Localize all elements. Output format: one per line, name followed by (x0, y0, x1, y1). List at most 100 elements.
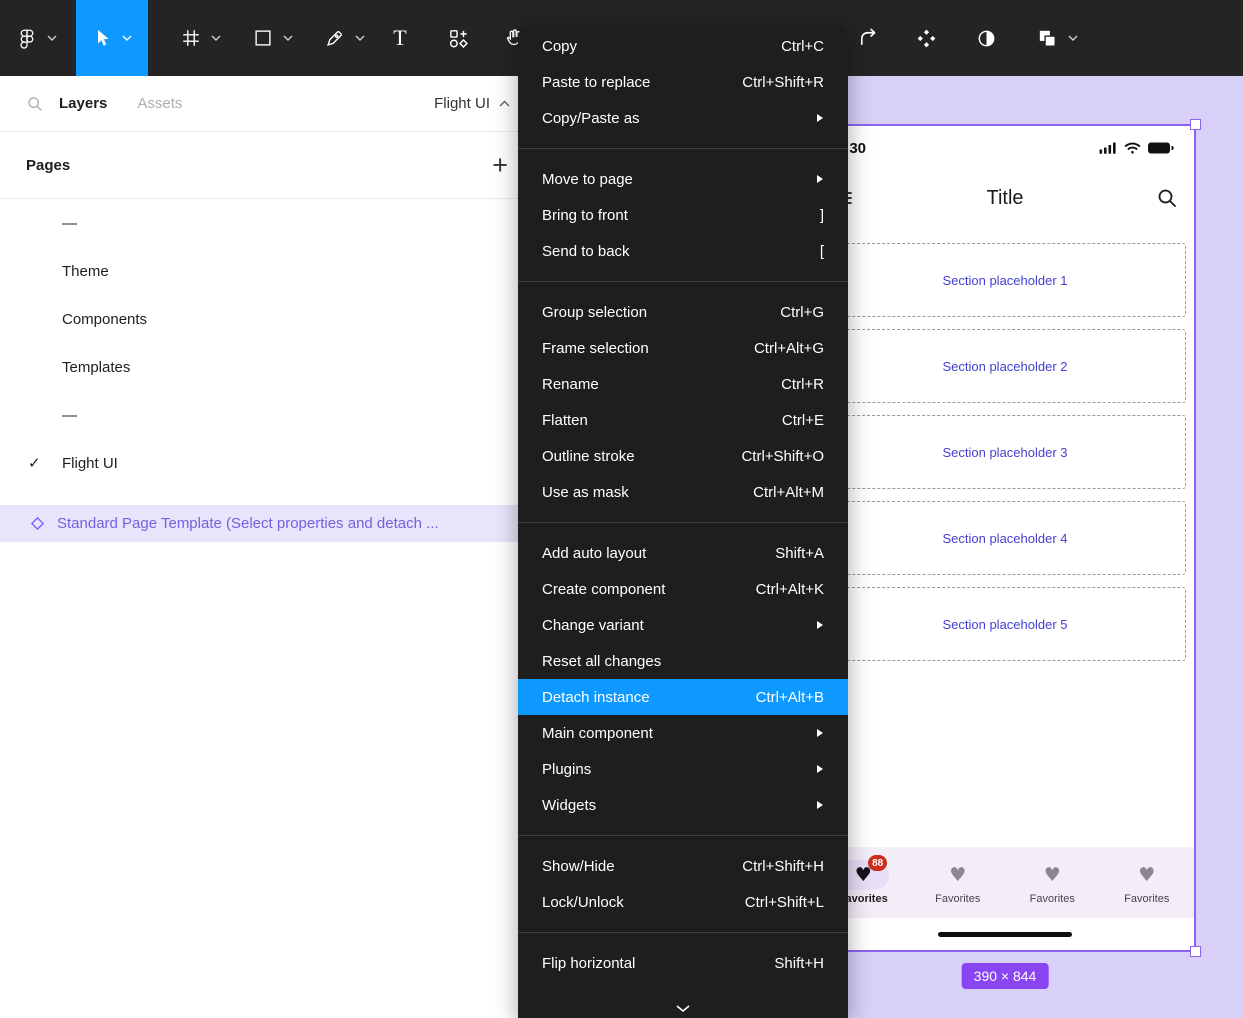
notification-badge: 88 (868, 855, 887, 871)
section-placeholder: Section placeholder 4 (824, 501, 1186, 575)
menu-item-show-hide[interactable]: Show/HideCtrl+Shift+H (518, 848, 848, 884)
wifi-icon (1124, 142, 1141, 154)
boolean-union-icon (1036, 27, 1059, 50)
menu-item-rename[interactable]: RenameCtrl+R (518, 366, 848, 402)
menu-separator (518, 148, 848, 149)
section-placeholder: Section placeholder 3 (824, 415, 1186, 489)
menu-item-flatten[interactable]: FlattenCtrl+E (518, 402, 848, 438)
create-component-button[interactable] (906, 0, 946, 76)
submenu-arrow-icon (816, 620, 824, 630)
section-list: Section placeholder 1 Section placeholde… (816, 226, 1194, 661)
rectangle-icon (252, 27, 274, 49)
edit-object-button[interactable] (848, 0, 888, 76)
resources-icon (447, 27, 470, 50)
menu-item-copy-paste-as[interactable]: Copy/Paste as (518, 100, 848, 136)
heart-icon: ♥ (1044, 866, 1061, 885)
layers-panel: Layers Assets Flight UI Pages + — Theme … (0, 76, 541, 1018)
submenu-arrow-icon (816, 764, 824, 774)
menu-item-change-variant[interactable]: Change variant (518, 607, 848, 643)
tab-favorites[interactable]: ♥ Favorites (1100, 847, 1195, 918)
chevron-down-icon (47, 35, 57, 41)
shape-tool-button[interactable] (236, 0, 308, 76)
text-tool-button[interactable]: T (382, 0, 418, 76)
menu-item-create-component[interactable]: Create componentCtrl+Alt+K (518, 571, 848, 607)
boolean-operations-button[interactable] (1026, 0, 1088, 76)
menu-separator (518, 932, 848, 933)
menu-item-move-to-page[interactable]: Move to page (518, 161, 848, 197)
pen-tool-button[interactable] (308, 0, 380, 76)
pages-list: — Theme Components Templates — ✓ Flight … (0, 199, 540, 487)
section-placeholder: Section placeholder 1 (824, 243, 1186, 317)
menu-item-bring-to-front[interactable]: Bring to front] (518, 197, 848, 233)
main-menu-button[interactable] (6, 0, 66, 76)
cursor-icon (93, 28, 113, 48)
panel-tab-bar: Layers Assets Flight UI (0, 76, 540, 131)
mask-icon (975, 27, 998, 50)
menu-item-frame-selection[interactable]: Frame selectionCtrl+Alt+G (518, 330, 848, 366)
tab-favorites[interactable]: ♥ Favorites (1005, 847, 1100, 918)
menu-separator (518, 281, 848, 282)
menu-separator (518, 835, 848, 836)
menu-item-plugins[interactable]: Plugins (518, 751, 848, 787)
chevron-up-icon (499, 100, 510, 107)
instance-diamond-icon (30, 516, 45, 531)
menu-item-widgets[interactable]: Widgets (518, 787, 848, 823)
component-icon (915, 27, 938, 50)
bottom-tab-bar: ♥ 88 Favorites ♥ Favorites ♥ Favorites ♥… (816, 847, 1194, 918)
frame-size-badge: 390 × 844 (962, 963, 1049, 989)
chevron-down-icon (283, 35, 293, 41)
frame-tool-button[interactable] (164, 0, 236, 76)
frame-icon (180, 27, 202, 49)
tab-layers[interactable]: Layers (59, 95, 107, 112)
layer-name: Standard Page Template (Select propertie… (57, 515, 439, 532)
menu-item-paste-to-replace[interactable]: Paste to replaceCtrl+Shift+R (518, 64, 848, 100)
context-menu: CopyCtrl+C Paste to replaceCtrl+Shift+R … (518, 24, 848, 1018)
page-item[interactable]: — (0, 199, 540, 247)
add-page-icon[interactable]: + (492, 152, 508, 179)
chevron-down-icon (122, 35, 132, 41)
actions-tool-button[interactable] (440, 0, 476, 76)
page-item[interactable]: Components (0, 295, 540, 343)
section-placeholder: Section placeholder 5 (824, 587, 1186, 661)
search-icon[interactable] (1156, 187, 1178, 209)
pages-title: Pages (26, 157, 70, 174)
page-item-current[interactable]: ✓ Flight UI (0, 439, 540, 487)
file-switcher-label: Flight UI (434, 95, 490, 112)
menu-item-lock-unlock[interactable]: Lock/UnlockCtrl+Shift+L (518, 884, 848, 920)
menu-scroll-down-chevron[interactable] (676, 1005, 690, 1013)
menu-item-add-auto-layout[interactable]: Add auto layoutShift+A (518, 535, 848, 571)
menu-item-outline-stroke[interactable]: Outline strokeCtrl+Shift+O (518, 438, 848, 474)
section-placeholder: Section placeholder 2 (824, 329, 1186, 403)
menu-item-detach-instance[interactable]: Detach instanceCtrl+Alt+B (518, 679, 848, 715)
heart-icon: ♥ (949, 866, 966, 885)
text-icon: T (393, 27, 406, 49)
menu-item-use-as-mask[interactable]: Use as maskCtrl+Alt+M (518, 474, 848, 510)
layer-item-selected[interactable]: Standard Page Template (Select propertie… (0, 505, 540, 542)
submenu-arrow-icon (816, 174, 824, 184)
move-tool-button[interactable] (76, 0, 148, 76)
menu-separator (518, 522, 848, 523)
pen-icon (324, 27, 346, 49)
selection-handle[interactable] (1190, 946, 1201, 957)
selected-frame[interactable]: 9:30 Title (814, 124, 1196, 952)
status-icons (1099, 142, 1174, 154)
tab-favorites[interactable]: ♥ Favorites (911, 847, 1006, 918)
menu-item-main-component[interactable]: Main component (518, 715, 848, 751)
home-indicator (938, 932, 1072, 937)
menu-item-reset-all-changes[interactable]: Reset all changes (518, 643, 848, 679)
page-switcher[interactable]: Flight UI (434, 95, 510, 112)
menu-item-copy[interactable]: CopyCtrl+C (518, 28, 848, 64)
search-icon[interactable] (26, 95, 43, 112)
battery-icon (1148, 142, 1174, 154)
submenu-arrow-icon (816, 113, 824, 123)
tab-assets[interactable]: Assets (137, 95, 182, 112)
menu-item-group-selection[interactable]: Group selectionCtrl+G (518, 294, 848, 330)
selection-handle[interactable] (1190, 119, 1201, 130)
menu-item-send-to-back[interactable]: Send to back[ (518, 233, 848, 269)
menu-item-flip-horizontal[interactable]: Flip horizontalShift+H (518, 945, 848, 981)
page-item[interactable]: — (0, 391, 540, 439)
use-as-mask-button[interactable] (966, 0, 1006, 76)
page-item[interactable]: Theme (0, 247, 540, 295)
page-item[interactable]: Templates (0, 343, 540, 391)
heart-icon: ♥ (1138, 866, 1155, 885)
